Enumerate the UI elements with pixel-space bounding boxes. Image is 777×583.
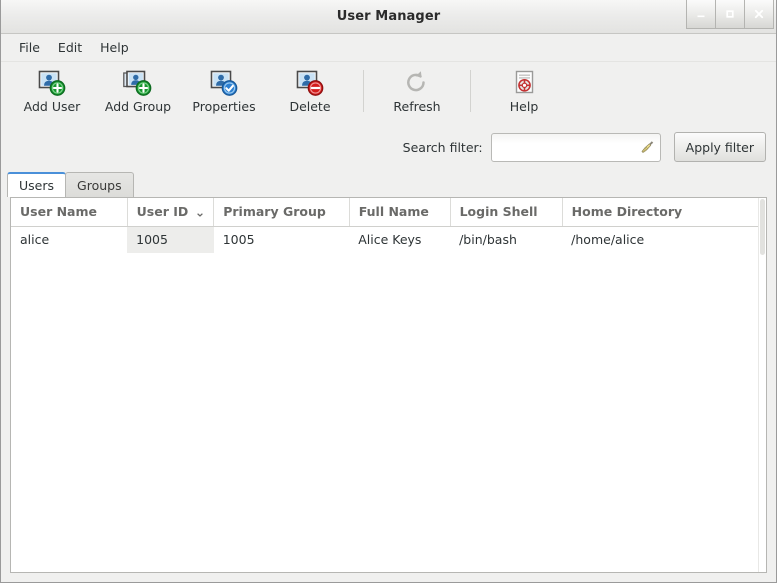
maximize-icon bbox=[726, 10, 734, 18]
toolbar-button-add-group[interactable]: Add Group bbox=[95, 66, 181, 122]
toolbar-label-add-user: Add User bbox=[23, 99, 81, 114]
toolbar-separator bbox=[470, 70, 471, 112]
title-bar[interactable]: User Manager bbox=[1, 0, 776, 34]
toolbar-button-delete[interactable]: Delete bbox=[267, 66, 353, 122]
user-manager-window: User Manager File Edit Help Add User Add… bbox=[0, 0, 777, 583]
column-header-user-name-label: User Name bbox=[20, 204, 97, 219]
table-header: User Name User ID ⌄ Primary Group Full N… bbox=[11, 198, 766, 227]
maximize-button[interactable] bbox=[715, 0, 745, 29]
minimize-button[interactable] bbox=[686, 0, 716, 29]
table-body: alice 1005 1005 Alice Keys /bin/bash /ho… bbox=[11, 226, 766, 253]
column-header-login-shell-label: Login Shell bbox=[459, 204, 538, 219]
toolbar-label-delete: Delete bbox=[289, 99, 331, 114]
cell-home-directory: /home/alice bbox=[571, 232, 645, 247]
table-row[interactable]: alice 1005 1005 Alice Keys /bin/bash /ho… bbox=[11, 226, 766, 253]
add-user-icon bbox=[37, 66, 67, 100]
column-header-full-name[interactable]: Full Name bbox=[349, 198, 451, 227]
cell-user-id: 1005 bbox=[127, 226, 214, 253]
toolbar-button-help[interactable]: Help bbox=[481, 66, 567, 122]
table-header-row: User Name User ID ⌄ Primary Group Full N… bbox=[11, 198, 766, 227]
toolbar-label-refresh: Refresh bbox=[393, 99, 441, 114]
cell-login-shell: /bin/bash bbox=[459, 232, 517, 247]
users-table: User Name User ID ⌄ Primary Group Full N… bbox=[11, 198, 766, 253]
tab-users[interactable]: Users bbox=[7, 172, 67, 197]
broom-icon[interactable] bbox=[639, 139, 656, 156]
column-header-user-name[interactable]: User Name bbox=[11, 198, 128, 227]
delete-icon bbox=[295, 66, 325, 100]
search-filter-bar: Search filter: Apply filter bbox=[1, 124, 776, 170]
refresh-icon bbox=[402, 66, 432, 100]
cell-primary-group: 1005 bbox=[222, 232, 255, 247]
properties-icon bbox=[209, 66, 239, 100]
column-header-full-name-label: Full Name bbox=[358, 204, 429, 219]
tab-groups-label: Groups bbox=[77, 177, 122, 193]
close-icon bbox=[754, 9, 764, 19]
column-header-home-directory-label: Home Directory bbox=[571, 204, 683, 219]
toolbar-label-help: Help bbox=[509, 99, 539, 114]
tab-strip: Users Groups bbox=[1, 170, 776, 197]
tab-users-label: Users bbox=[19, 178, 55, 193]
add-group-icon bbox=[123, 66, 153, 100]
toolbar-label-properties: Properties bbox=[192, 99, 256, 114]
window-controls bbox=[686, 0, 774, 31]
menu-item-edit[interactable]: Edit bbox=[49, 37, 91, 58]
column-header-user-id[interactable]: User ID ⌄ bbox=[127, 198, 215, 227]
toolbar-button-refresh[interactable]: Refresh bbox=[374, 66, 460, 122]
menu-item-file[interactable]: File bbox=[10, 37, 49, 58]
search-filter-label: Search filter: bbox=[402, 139, 483, 155]
column-header-login-shell[interactable]: Login Shell bbox=[450, 198, 563, 227]
help-icon bbox=[509, 66, 539, 100]
apply-filter-button[interactable]: Apply filter bbox=[673, 132, 766, 162]
minimize-icon bbox=[697, 15, 705, 18]
sort-descending-icon: ⌄ bbox=[194, 204, 206, 220]
window-title: User Manager bbox=[336, 9, 441, 24]
tab-groups[interactable]: Groups bbox=[65, 172, 134, 197]
vertical-scrollbar[interactable] bbox=[758, 198, 766, 572]
column-header-user-id-label: User ID bbox=[136, 204, 189, 219]
toolbar-button-properties[interactable]: Properties bbox=[181, 66, 267, 122]
users-table-panel: User Name User ID ⌄ Primary Group Full N… bbox=[10, 197, 767, 573]
toolbar-button-add-user[interactable]: Add User bbox=[9, 66, 95, 122]
close-button[interactable] bbox=[744, 0, 774, 29]
cell-full-name: Alice Keys bbox=[358, 232, 422, 247]
column-header-home-directory[interactable]: Home Directory bbox=[562, 198, 766, 227]
search-filter-field[interactable] bbox=[490, 132, 680, 162]
menu-item-help[interactable]: Help bbox=[91, 37, 138, 58]
cell-user-name: alice bbox=[20, 232, 50, 247]
toolbar-label-add-group: Add Group bbox=[104, 99, 172, 114]
column-header-primary-group[interactable]: Primary Group bbox=[213, 198, 350, 227]
toolbar-separator bbox=[363, 70, 364, 112]
column-header-primary-group-label: Primary Group bbox=[223, 204, 326, 219]
scrollbar-thumb[interactable] bbox=[760, 199, 765, 255]
menu-bar: File Edit Help bbox=[1, 34, 776, 62]
toolbar: Add User Add Group Properties Delete Ref… bbox=[1, 62, 776, 124]
